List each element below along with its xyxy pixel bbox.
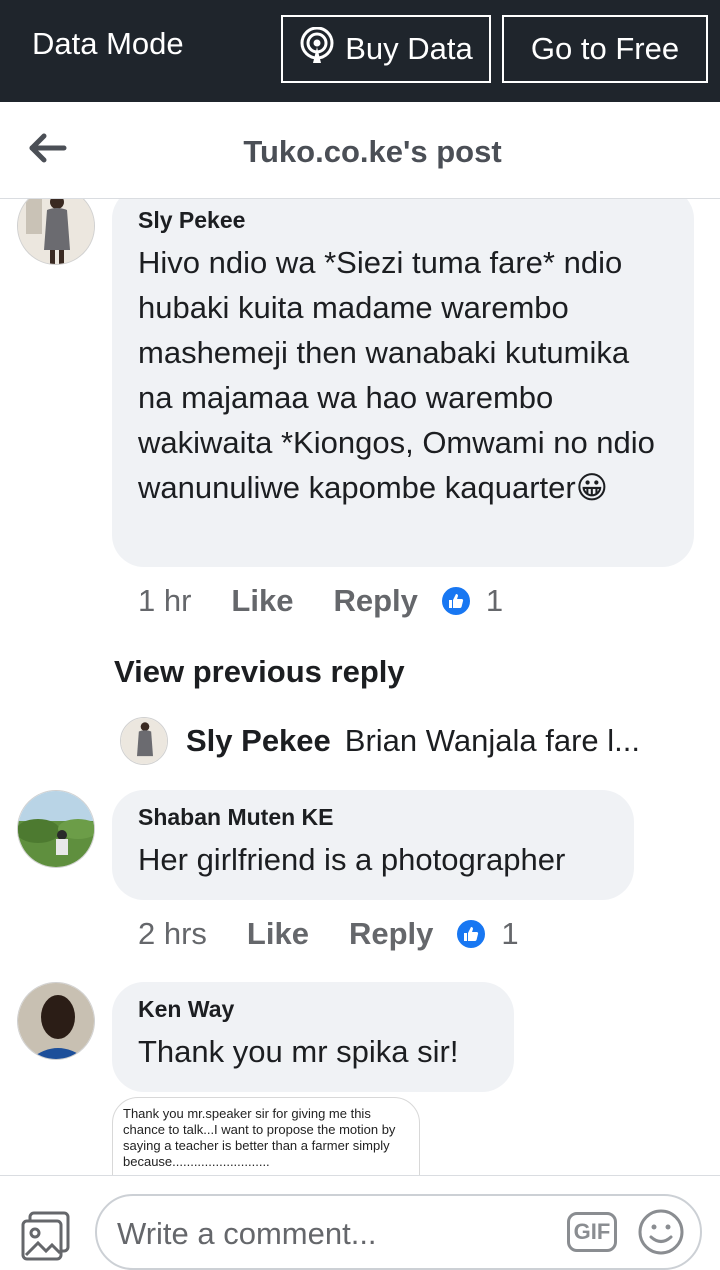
comment-author[interactable]: Ken Way <box>138 996 488 1023</box>
photo-icon[interactable] <box>20 1209 72 1261</box>
reaction-count[interactable]: 1 <box>501 916 518 952</box>
comment-author[interactable]: Shaban Muten KE <box>138 804 608 831</box>
comment-bubble[interactable]: Shaban Muten KE Her girlfriend is a phot… <box>112 790 634 900</box>
reply-button[interactable]: Reply <box>333 583 417 619</box>
reply-author: Sly Pekee <box>186 723 331 758</box>
avatar <box>120 717 168 765</box>
comment-actions: 1 hr Like Reply 1 <box>138 583 503 619</box>
comment-actions: 2 hrs Like Reply 1 <box>138 916 519 952</box>
like-button[interactable]: Like <box>247 916 309 952</box>
comment-bubble[interactable]: Sly Pekee Hivo ndio wa *Siezi tuma fare*… <box>112 199 694 567</box>
comment-image-attachment[interactable]: Thank you mr.speaker sir for giving me t… <box>112 1097 420 1175</box>
reply-text: Brian Wanjala fare l... <box>344 723 640 758</box>
go-to-free-label: Go to Free <box>530 31 680 66</box>
data-mode-label: Data Mode <box>32 26 184 61</box>
comment-text: Hivo ndio wa *Siezi tuma fare* ndio huba… <box>138 245 655 505</box>
post-header: Tuko.co.ke's post <box>0 102 720 199</box>
buy-data-button[interactable]: Buy Data <box>281 15 491 83</box>
thumbs-up-icon <box>455 918 488 950</box>
avatar[interactable] <box>17 790 95 868</box>
comment-text: Her girlfriend is a photographer <box>138 842 566 877</box>
avatar[interactable] <box>17 199 95 265</box>
like-button[interactable]: Like <box>231 583 293 619</box>
buy-data-label: Buy Data <box>345 31 473 66</box>
comment-time[interactable]: 1 hr <box>138 583 191 619</box>
data-mode-bar: Data Mode Buy Data Go to Free <box>0 0 720 102</box>
go-to-free-button[interactable]: Go to Free <box>502 15 708 83</box>
comments-feed[interactable]: Sly Pekee Hivo ndio wa *Siezi tuma fare*… <box>0 199 720 1175</box>
comment-text: Thank you mr spika sir! <box>138 1034 459 1069</box>
avatar[interactable] <box>17 982 95 1060</box>
view-previous-reply-link[interactable]: View previous reply <box>114 654 405 690</box>
gif-icon[interactable]: GIF <box>567 1212 617 1252</box>
comment-author[interactable]: Sly Pekee <box>138 207 668 234</box>
attachment-text: Thank you mr.speaker sir for giving me t… <box>123 1106 396 1169</box>
page-title: Tuko.co.ke's post <box>243 134 502 169</box>
emoji-icon[interactable] <box>637 1208 685 1256</box>
comment-bubble[interactable]: Ken Way Thank you mr spika sir! <box>112 982 514 1092</box>
reply-button[interactable]: Reply <box>349 916 433 952</box>
reaction-count[interactable]: 1 <box>486 583 503 619</box>
wifi-broadcast-icon <box>299 26 335 71</box>
thumbs-up-icon <box>439 585 472 617</box>
comment-placeholder: Write a comment... <box>117 1216 377 1251</box>
comment-composer: Write a comment... GIF <box>0 1175 720 1270</box>
comment-input[interactable]: Write a comment... GIF <box>95 1194 702 1270</box>
reply-preview[interactable]: Sly Pekee Brian Wanjala fare l... <box>120 717 680 765</box>
comment-time[interactable]: 2 hrs <box>138 916 207 952</box>
